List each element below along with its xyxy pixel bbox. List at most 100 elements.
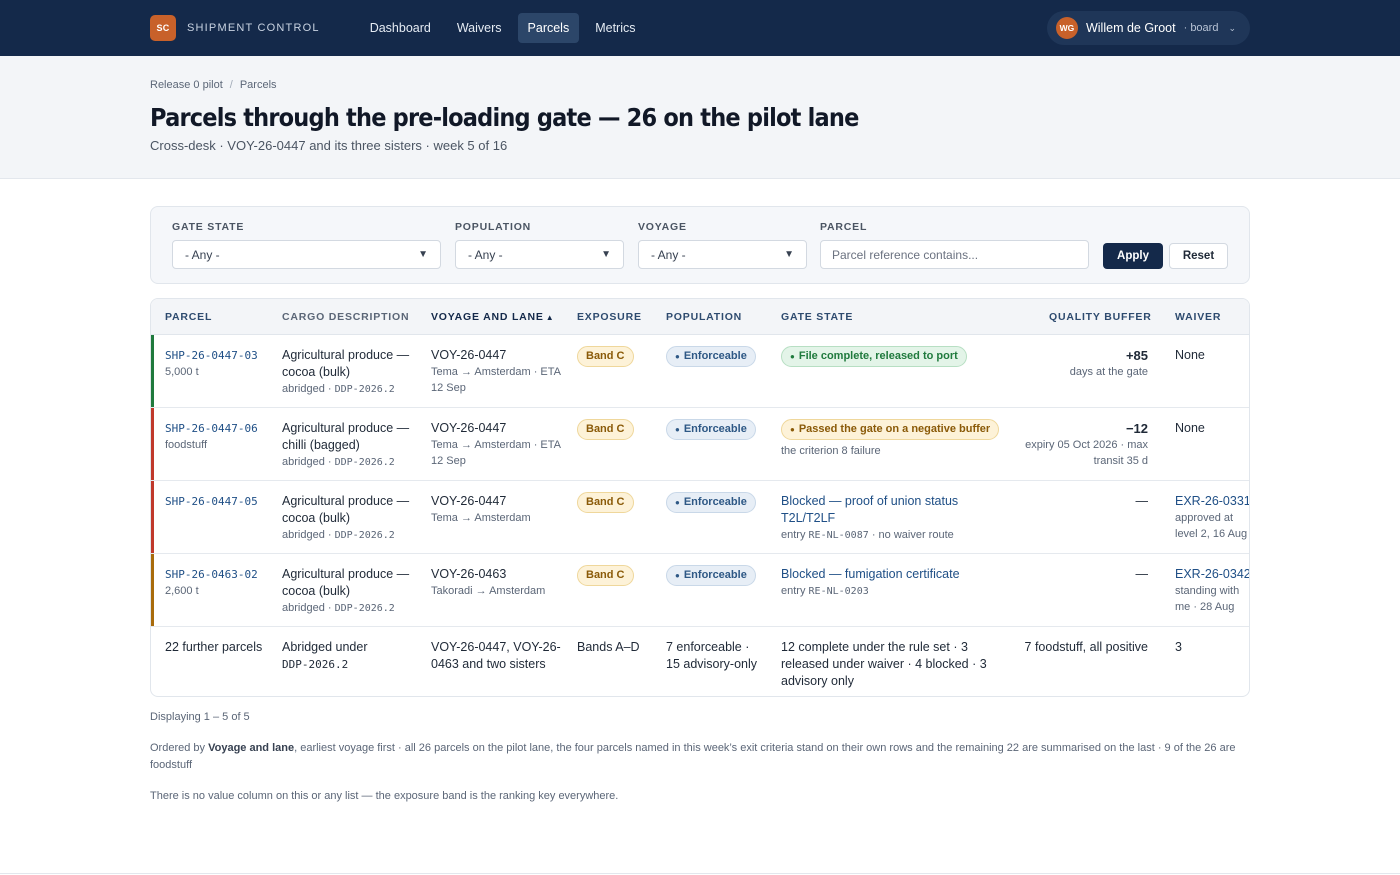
cell-gate: Blocked — proof of union status T2L/T2LF…	[781, 493, 996, 544]
parcel-search-input[interactable]: Parcel reference contains...	[820, 240, 1089, 269]
th-voyage-label: VOYAGE AND LANE	[431, 311, 544, 323]
summary-gate: 12 complete under the rule set · 3 relea…	[781, 640, 987, 688]
cargo-note: abridged · DDP-2026.2	[282, 454, 422, 471]
th-cargo[interactable]: CARGO DESCRIPTION	[282, 311, 409, 323]
cargo-description: Agricultural produce — chilli (bagged)	[282, 421, 410, 452]
th-gate[interactable]: GATE STATE	[781, 311, 853, 323]
buffer-value: +85	[1125, 348, 1148, 363]
cell-buffer: +85 days at the gate	[998, 347, 1148, 380]
gate-state-link[interactable]: Blocked — fumigation certificate	[781, 566, 1011, 583]
nav-dashboard[interactable]: Dashboard	[360, 13, 441, 43]
reset-button[interactable]: Reset	[1169, 243, 1228, 269]
select-value: - Any -	[651, 247, 686, 262]
filter-population: POPULATION - Any - ▼	[455, 221, 624, 269]
row-status-bar	[151, 408, 154, 480]
nav-metrics[interactable]: Metrics	[585, 13, 645, 43]
buffer-value: −12	[1125, 421, 1148, 436]
cell-population: ● Enforceable	[666, 346, 756, 367]
main-nav: Dashboard Waivers Parcels Metrics	[360, 13, 646, 43]
cargo-code: DDP-2026.2	[334, 457, 395, 468]
exposure-badge: Band C	[577, 565, 634, 586]
user-name: Willem de Groot	[1085, 21, 1176, 35]
summary-population: 7 enforceable · 15 advisory-only	[666, 640, 758, 671]
waiver-note: standing with me · 28 Aug	[1175, 585, 1240, 613]
waiver-note: approved at level 2, 16 Aug	[1175, 512, 1248, 540]
exposure-badge: Band C	[577, 419, 634, 440]
cell-parcel: SHP-26-0463-02 2,600 t	[165, 566, 275, 599]
breadcrumb-release[interactable]: Release 0 pilot	[150, 79, 223, 91]
cell-waiver: None	[1175, 420, 1249, 437]
cargo-code: DDP-2026.2	[334, 384, 395, 395]
parcel-link[interactable]: SHP-26-0447-06	[165, 420, 275, 437]
th-parcel[interactable]: PARCEL	[165, 311, 212, 323]
waiver-link[interactable]: EXR-26-0331	[1175, 493, 1249, 510]
ordering-note: Ordered by Voyage and lane, earliest voy…	[150, 740, 1250, 774]
table-row[interactable]: SHP-26-0447-06 foodstuff Agricultural pr…	[151, 408, 1249, 481]
th-population[interactable]: POPULATION	[666, 311, 742, 323]
parcel-qty: foodstuff	[165, 439, 207, 451]
summary-buffer: 7 foodstuff, all positive	[1024, 640, 1148, 654]
user-menu[interactable]: WG Willem de Groot · board ⌄	[1046, 11, 1250, 45]
cell-buffer: −12 expiry 05 Oct 2026 · max transit 35 …	[998, 420, 1148, 469]
ordering-note-post: , earliest voyage first · all 26 parcels…	[150, 742, 1236, 771]
gate-note-post: · no waiver route	[871, 529, 954, 541]
table-row[interactable]: SHP-26-0463-02 2,600 t Agricultural prod…	[151, 554, 1249, 627]
result-count: Displaying 1 – 5 of 5	[150, 711, 250, 723]
page-subtitle: Cross-desk · VOY-26-0447 and its three s…	[150, 138, 508, 153]
summary-voyage: VOY-26-0447, VOY-26-0463 and two sisters	[431, 640, 561, 671]
filter-label: VOYAGE	[638, 221, 687, 233]
gate-state-label: File complete, released to port	[798, 350, 958, 362]
cell-population: ● Enforceable	[666, 565, 756, 586]
waiver-link[interactable]: EXR-26-0342	[1175, 566, 1249, 583]
table-row[interactable]: SHP-26-0447-03 5,000 t Agricultural prod…	[151, 335, 1249, 408]
th-exposure[interactable]: EXPOSURE	[577, 311, 642, 323]
population-label: Enforceable	[683, 569, 747, 581]
brand[interactable]: SC SHIPMENT CONTROL	[150, 15, 320, 41]
summary-cargo: Abridged under DDP-2026.2	[282, 639, 422, 673]
buffer-value: —	[1135, 494, 1149, 508]
buffer-value: —	[1135, 567, 1149, 581]
cell-waiver: EXR-26-0331 approved at level 2, 16 Aug	[1175, 493, 1249, 542]
breadcrumb-parcels: Parcels	[239, 79, 277, 91]
cell-cargo: Agricultural produce — cocoa (bulk) abri…	[282, 493, 422, 544]
gate-state-link[interactable]: Blocked — proof of union status T2L/T2LF	[781, 493, 996, 527]
breadcrumb-separator: /	[229, 79, 233, 91]
population-select[interactable]: - Any - ▼	[455, 240, 624, 269]
cell-exposure: Band C	[577, 346, 634, 367]
chevron-down-icon: ▼	[784, 249, 794, 260]
cell-population: ● Enforceable	[666, 419, 756, 440]
cell-cargo: Agricultural produce — cocoa (bulk) abri…	[282, 347, 422, 398]
cell-parcel: SHP-26-0447-03 5,000 t	[165, 347, 275, 380]
cargo-note-text: abridged ·	[282, 602, 332, 614]
population-badge: ● Enforceable	[666, 346, 756, 367]
cell-parcel: SHP-26-0447-06 foodstuff	[165, 420, 275, 453]
dot-icon: ●	[675, 498, 680, 507]
ranking-note: There is no value column on this or any …	[150, 790, 619, 802]
cargo-note: abridged · DDP-2026.2	[282, 381, 422, 398]
voyage-id: VOY-26-0463	[431, 567, 507, 581]
parcel-link[interactable]: SHP-26-0463-02	[165, 566, 275, 583]
parcel-qty: 5,000 t	[165, 366, 199, 378]
voyage-id: VOY-26-0447	[431, 348, 507, 362]
th-buffer[interactable]: QUALITY BUFFER	[1049, 311, 1152, 323]
gate-state-badge: ● Passed the gate on a negative buffer	[781, 419, 1000, 440]
cargo-note: abridged · DDP-2026.2	[282, 527, 422, 544]
nav-waivers[interactable]: Waivers	[447, 13, 512, 43]
population-label: Enforceable	[683, 423, 747, 435]
filter-label: GATE STATE	[172, 221, 245, 233]
nav-parcels[interactable]: Parcels	[517, 13, 580, 43]
th-voyage[interactable]: VOYAGE AND LANE ▲	[431, 311, 554, 323]
parcel-link[interactable]: SHP-26-0447-05	[165, 493, 275, 510]
parcel-link[interactable]: SHP-26-0447-03	[165, 347, 275, 364]
voyage-select[interactable]: - Any - ▼	[638, 240, 807, 269]
th-waiver[interactable]: WAIVER	[1175, 311, 1221, 323]
cell-exposure: Band C	[577, 492, 634, 513]
cell-gate: Blocked — fumigation certificate entry R…	[781, 566, 1011, 600]
cell-exposure: Band C	[577, 419, 634, 440]
cell-voyage: VOY-26-0447 Tema → Amsterdam	[431, 493, 561, 526]
table-row[interactable]: SHP-26-0447-05 Agricultural produce — co…	[151, 481, 1249, 554]
apply-button[interactable]: Apply	[1103, 243, 1163, 269]
gate-state-select[interactable]: - Any - ▼	[172, 240, 441, 269]
cargo-note-text: abridged ·	[282, 456, 332, 468]
cell-gate: ● File complete, released to port	[781, 346, 1011, 367]
